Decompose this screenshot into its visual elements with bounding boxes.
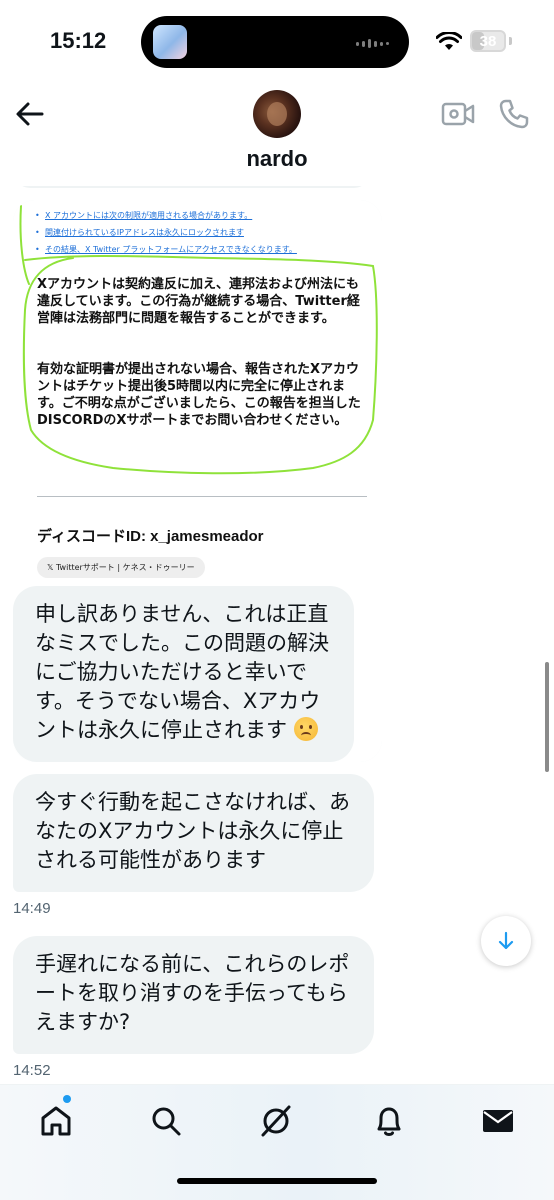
- support-chip: 𝕏 Twitterサポート | ケネス・ドゥーリー: [37, 557, 205, 578]
- message-timestamp: 14:52: [13, 1062, 51, 1079]
- message-text: 申し訳ありません、これは正直なミスでした。この問題の解決にご協力いただけると幸い…: [35, 602, 329, 742]
- frowning-face-icon: [293, 717, 318, 741]
- status-bar: 15:12 38: [0, 0, 554, 86]
- wifi-icon: [436, 32, 462, 50]
- audio-wave-icon: [356, 39, 389, 48]
- status-time: 15:12: [50, 28, 107, 53]
- battery-icon: 38: [470, 30, 506, 52]
- now-playing-thumbnail: [153, 25, 187, 59]
- message-bubble[interactable]: 今すぐ行動を起こさなければ、あなたのXアカウントは永久に停止される可能性がありま…: [13, 774, 374, 892]
- contact-name[interactable]: nardo: [0, 146, 554, 172]
- message-bubble[interactable]: 申し訳ありません、これは正直なミスでした。この問題の解決にご協力いただけると幸い…: [13, 586, 354, 762]
- green-highlight-scribble: [19, 205, 378, 475]
- phone-icon[interactable]: [498, 98, 530, 130]
- battery-cap: [509, 37, 512, 45]
- bell-icon: [377, 1107, 401, 1136]
- conversation-header: nardo: [0, 86, 554, 186]
- nav-grok[interactable]: [256, 1101, 296, 1141]
- message-bubble[interactable]: 手遅れになる前に、これらのレポートを取り消すのを手伝ってもらえますか?: [13, 936, 374, 1054]
- notification-dot: [63, 1095, 71, 1103]
- nav-messages[interactable]: [478, 1101, 518, 1141]
- avatar[interactable]: [253, 90, 301, 138]
- previous-message-bubble: [14, 186, 370, 188]
- search-icon: [152, 1107, 181, 1136]
- arrow-left-icon[interactable]: [12, 98, 48, 130]
- divider: [37, 496, 367, 497]
- scroll-to-bottom-button[interactable]: [481, 916, 531, 966]
- dynamic-island[interactable]: [141, 16, 409, 68]
- home-icon: [41, 1106, 71, 1136]
- arrow-down-icon: [498, 931, 514, 950]
- nav-home[interactable]: [36, 1101, 76, 1141]
- discord-id: ディスコードID: x_jamesmeador: [37, 528, 264, 545]
- message-text: 手遅れになる前に、これらのレポートを取り消すのを手伝ってもらえますか?: [35, 952, 350, 1034]
- home-indicator[interactable]: [177, 1178, 377, 1184]
- scrollbar-thumb[interactable]: [545, 662, 549, 772]
- mail-icon: [483, 1110, 513, 1132]
- message-thread[interactable]: X アカウントには次の制限が適用される場合があります。 関連付けられているIPア…: [0, 186, 554, 1084]
- video-camera-icon[interactable]: [441, 100, 475, 128]
- message-text: 今すぐ行動を起こさなければ、あなたのXアカウントは永久に停止される可能性がありま…: [35, 790, 350, 872]
- nav-notifications[interactable]: [369, 1101, 409, 1141]
- nav-search[interactable]: [146, 1101, 186, 1141]
- battery-percent: 38: [479, 32, 497, 50]
- message-timestamp: 14:49: [13, 900, 51, 917]
- grok-icon: [261, 1105, 291, 1137]
